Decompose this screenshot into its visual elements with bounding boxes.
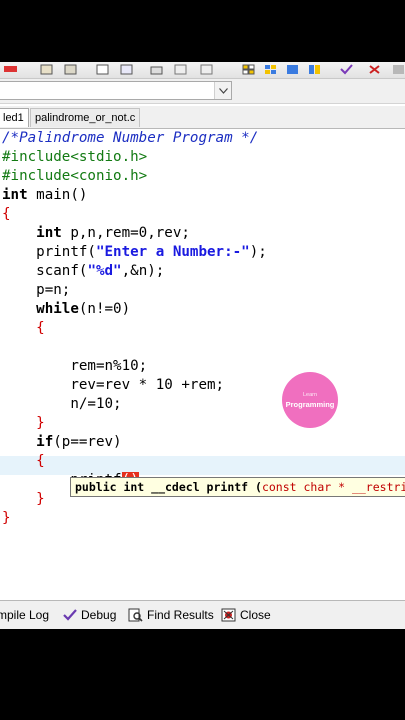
close-label: Close (240, 608, 271, 622)
check-icon[interactable] (340, 64, 353, 75)
compile-log-label: mpile Log (0, 608, 50, 622)
code-line: #include<stdio.h> (2, 149, 148, 165)
code-line: p=n; (36, 282, 71, 298)
code-line: rem=n%10; (70, 358, 148, 374)
editor-tabs: led1 palindrome_or_not.c (0, 106, 405, 129)
tab-compile-log[interactable]: mpile Log (0, 606, 49, 624)
tab-untitled[interactable]: led1 (0, 108, 29, 127)
code-line: if(p==rev) (36, 434, 122, 450)
code-line: #include<conio.h> (2, 168, 148, 184)
tab-debug[interactable]: Debug (62, 606, 116, 624)
project-icon[interactable] (40, 64, 53, 75)
scope-bar (0, 79, 405, 104)
print-icon[interactable] (150, 64, 163, 75)
code-editor[interactable]: /*Palindrome Number Program */ #include<… (0, 129, 405, 599)
compile-run-icon[interactable] (308, 64, 321, 75)
cut-icon[interactable] (174, 64, 187, 75)
code-line: } (2, 510, 11, 526)
code-line: n/=10; (70, 396, 122, 412)
scope-dropdown[interactable] (0, 81, 232, 100)
debug-label: Debug (81, 608, 117, 622)
grid-blue-icon[interactable] (264, 64, 277, 75)
code-line: { (2, 206, 11, 222)
debug-check-icon (63, 609, 77, 621)
find-results-label: Find Results (147, 608, 214, 622)
stop-icon[interactable] (368, 64, 381, 75)
copy-icon[interactable] (200, 64, 213, 75)
code-line: scanf("%d",&n); (36, 263, 165, 279)
find-results-icon (128, 608, 143, 622)
code-line: { (36, 453, 45, 469)
debug-icon[interactable] (392, 64, 405, 75)
new-file-icon[interactable] (96, 64, 109, 75)
function-calltip: public int __cdecl printf (const char * … (70, 477, 405, 497)
code-line: } (36, 491, 45, 507)
toolbar (0, 62, 405, 79)
chevron-down-icon[interactable] (214, 82, 231, 99)
run-icon[interactable] (4, 64, 17, 75)
tab-close[interactable]: Close (221, 606, 271, 624)
close-bug-icon (221, 608, 236, 622)
grid-yellow-icon[interactable] (242, 64, 255, 75)
code-line: int p,n,rem=0,rev; (36, 225, 190, 241)
classes-icon[interactable] (64, 64, 77, 75)
code-line: while(n!=0) (36, 301, 131, 317)
code-line: int main() (2, 187, 88, 203)
code-line: rev=rev * 10 +rem; (70, 377, 225, 393)
code-line: } (36, 415, 45, 431)
code-line: { (36, 320, 45, 336)
open-icon[interactable] (120, 64, 133, 75)
compile-icon[interactable] (286, 64, 299, 75)
tab-find-results[interactable]: Find Results (128, 606, 214, 624)
code-line: printf("Enter a Number:-"); (36, 244, 267, 260)
output-panel-tabs: mpile Log Debug Find Results Close (0, 600, 405, 629)
channel-logo-watermark: Learn Programming (282, 372, 338, 428)
ide-window: led1 palindrome_or_not.c /*Palindrome Nu… (0, 62, 405, 629)
code-line: /*Palindrome Number Program */ (2, 130, 259, 146)
tab-palindrome-file[interactable]: palindrome_or_not.c (30, 108, 140, 127)
